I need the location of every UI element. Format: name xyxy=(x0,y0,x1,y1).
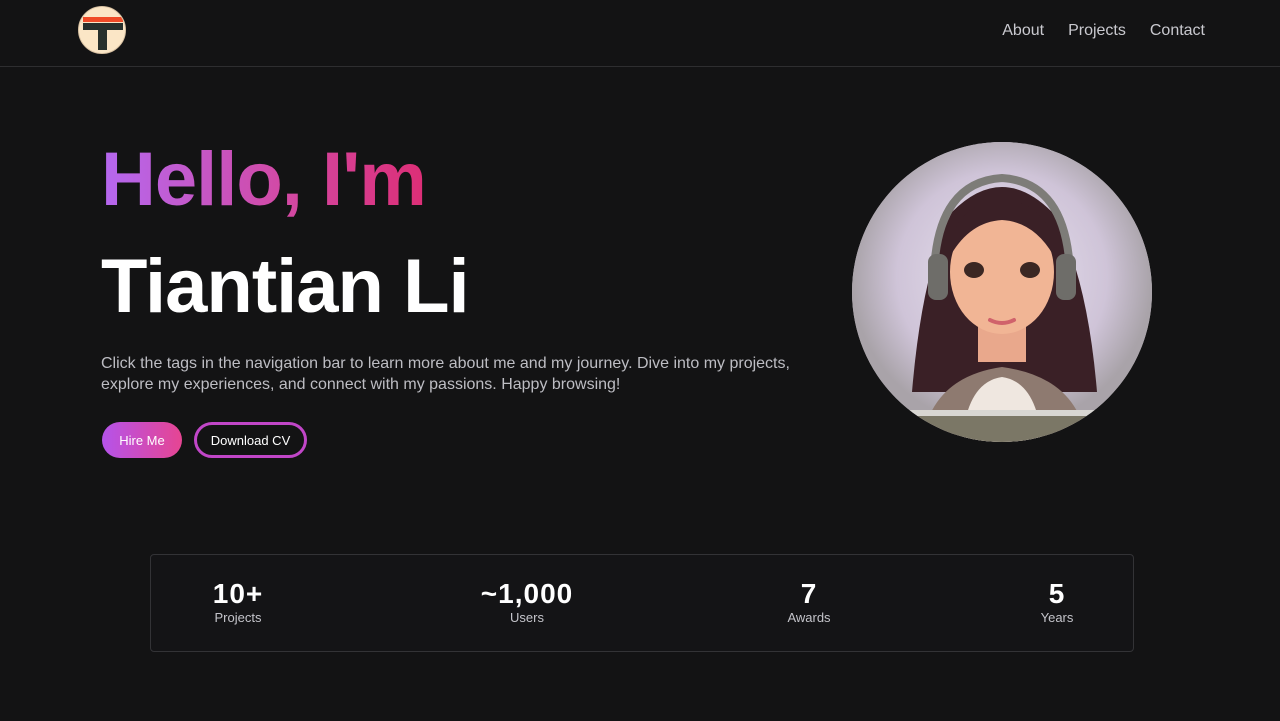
nav-link-about[interactable]: About xyxy=(1002,20,1044,41)
stat-label: Awards xyxy=(787,610,831,625)
stat-label: Projects xyxy=(214,610,262,625)
hero-name: Tiantian Li xyxy=(101,244,470,329)
download-cv-button[interactable]: Download CV xyxy=(194,422,307,458)
profile-avatar xyxy=(852,142,1152,442)
stat-value: ~1,000 xyxy=(480,578,574,609)
logo-t-stem xyxy=(98,30,107,50)
stat-value: 10+ xyxy=(212,578,264,609)
stat-users: ~1,000 Users xyxy=(481,577,573,626)
logo-stripe xyxy=(83,17,123,22)
stat-awards: 7 Awards xyxy=(787,577,830,626)
hire-me-button[interactable]: Hire Me xyxy=(102,422,182,458)
stats-panel: 10+ Projects ~1,000 Users 7 Awards 5 Yea… xyxy=(150,554,1134,652)
avatar-illustration xyxy=(852,142,1152,442)
stat-value: 7 xyxy=(800,578,818,609)
hero-description: Click the tags in the navigation bar to … xyxy=(101,355,790,393)
nav-link-projects[interactable]: Projects xyxy=(1068,20,1126,41)
logo[interactable] xyxy=(78,6,126,54)
nav-link-contact[interactable]: Contact xyxy=(1150,20,1205,41)
navbar: About Projects Contact xyxy=(0,0,1280,67)
logo-t-top xyxy=(83,23,123,30)
nav-links: About Projects Contact xyxy=(1002,20,1205,41)
stat-projects: 10+ Projects xyxy=(213,577,264,626)
stat-value: 5 xyxy=(1048,578,1066,609)
stat-label: Years xyxy=(1040,610,1074,625)
stat-years: 5 Years xyxy=(1041,577,1074,626)
hero-greeting: Hello, I'm xyxy=(101,137,427,222)
stat-label: Users xyxy=(510,610,544,625)
